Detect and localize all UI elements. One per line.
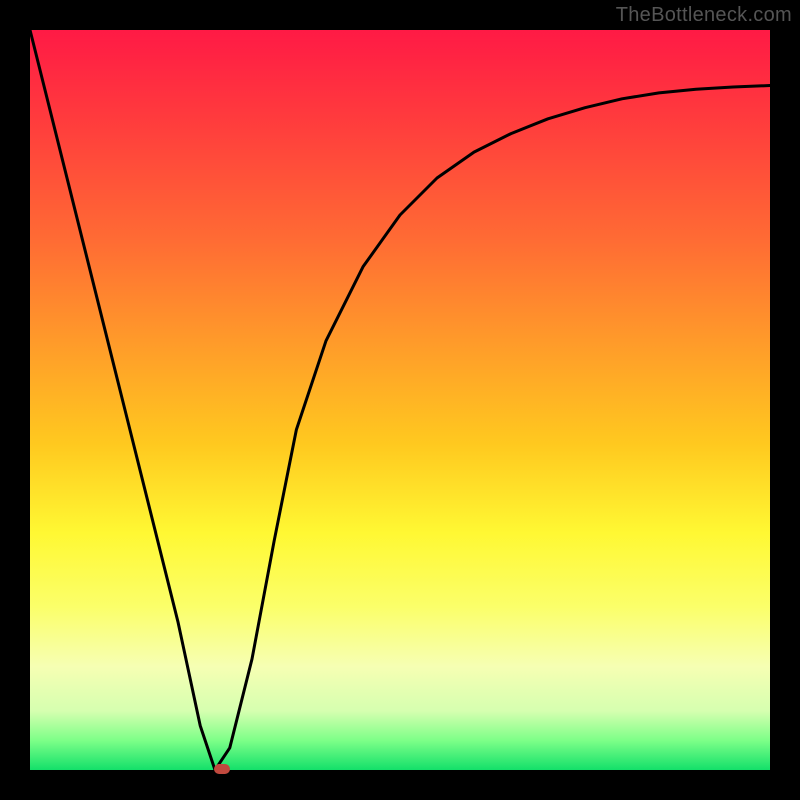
bottleneck-curve xyxy=(30,30,770,770)
optimal-point-marker xyxy=(214,764,230,774)
chart-frame: TheBottleneck.com xyxy=(0,0,800,800)
plot-area xyxy=(30,30,770,770)
watermark-text: TheBottleneck.com xyxy=(616,4,792,27)
